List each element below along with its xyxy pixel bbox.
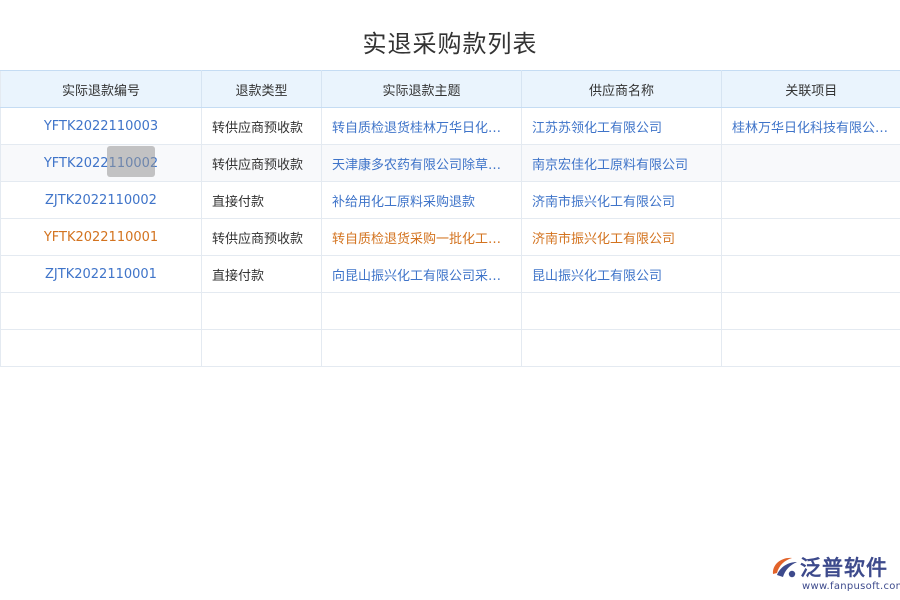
refund-code-link[interactable]: YFTK2022110001: [1, 219, 202, 256]
refund-type-cell: 转供应商预收款: [202, 219, 322, 256]
refund-subject-link[interactable]: 转自质检退货桂林万华日化…: [322, 108, 522, 145]
empty-cell: [322, 330, 522, 367]
empty-row: [1, 293, 900, 330]
refund-code-link[interactable]: YFTK2022110002: [1, 145, 202, 182]
brand-logo: 泛普软件 www.fanpusoft.com: [768, 550, 898, 596]
empty-cell: [322, 293, 522, 330]
fanpu-logo-icon: [768, 552, 800, 582]
table-header-row: 实际退款编号 退款类型 实际退款主题 供应商名称 关联项目: [1, 71, 900, 108]
refund-code-link[interactable]: ZJTK2022110002: [1, 182, 202, 219]
project-link[interactable]: [722, 182, 900, 219]
refund-type-cell: 直接付款: [202, 256, 322, 293]
project-link[interactable]: [722, 145, 900, 182]
supplier-link[interactable]: 南京宏佳化工原料有限公司: [522, 145, 722, 182]
empty-row: [1, 330, 900, 367]
empty-cell: [722, 330, 900, 367]
empty-cell: [1, 330, 202, 367]
column-header-refund-subject[interactable]: 实际退款主题: [322, 71, 522, 108]
supplier-link[interactable]: 济南市振兴化工有限公司: [522, 182, 722, 219]
table-row[interactable]: YFTK2022110001 转供应商预收款 转自质检退货采购一批化工… 济南市…: [1, 219, 900, 256]
table-row[interactable]: ZJTK2022110001 直接付款 向昆山振兴化工有限公司采… 昆山振兴化工…: [1, 256, 900, 293]
refund-type-cell: 转供应商预收款: [202, 108, 322, 145]
refund-subject-link[interactable]: 转自质检退货采购一批化工…: [322, 219, 522, 256]
refund-code-link[interactable]: YFTK2022110003: [1, 108, 202, 145]
empty-cell: [522, 330, 722, 367]
table-row[interactable]: YFTK2022110003 转供应商预收款 转自质检退货桂林万华日化… 江苏苏…: [1, 108, 900, 145]
supplier-link[interactable]: 昆山振兴化工有限公司: [522, 256, 722, 293]
refund-subject-link[interactable]: 天津康多农药有限公司除草…: [322, 145, 522, 182]
project-link[interactable]: [722, 256, 900, 293]
brand-name: 泛普软件: [800, 552, 888, 582]
supplier-link[interactable]: 济南市振兴化工有限公司: [522, 219, 722, 256]
supplier-link[interactable]: 江苏苏领化工有限公司: [522, 108, 722, 145]
page-title: 实退采购款列表: [0, 24, 900, 59]
refund-type-cell: 转供应商预收款: [202, 145, 322, 182]
refund-table: 实际退款编号 退款类型 实际退款主题 供应商名称 关联项目 YFTK202211…: [0, 70, 900, 367]
empty-cell: [202, 330, 322, 367]
empty-cell: [1, 293, 202, 330]
project-link[interactable]: [722, 219, 900, 256]
refund-subject-link[interactable]: 补给用化工原料采购退款: [322, 182, 522, 219]
project-link[interactable]: 桂林万华日化科技有限公…: [722, 108, 900, 145]
empty-cell: [722, 293, 900, 330]
refund-type-cell: 直接付款: [202, 182, 322, 219]
brand-url: www.fanpusoft.com: [802, 581, 900, 592]
column-header-refund-type[interactable]: 退款类型: [202, 71, 322, 108]
column-header-project[interactable]: 关联项目: [722, 71, 900, 108]
column-header-refund-code[interactable]: 实际退款编号: [1, 71, 202, 108]
hover-tooltip: [107, 146, 155, 177]
column-header-supplier[interactable]: 供应商名称: [522, 71, 722, 108]
refund-subject-link[interactable]: 向昆山振兴化工有限公司采…: [322, 256, 522, 293]
empty-cell: [202, 293, 322, 330]
table-row[interactable]: ZJTK2022110002 直接付款 补给用化工原料采购退款 济南市振兴化工有…: [1, 182, 900, 219]
refund-code-link[interactable]: ZJTK2022110001: [1, 256, 202, 293]
empty-cell: [522, 293, 722, 330]
